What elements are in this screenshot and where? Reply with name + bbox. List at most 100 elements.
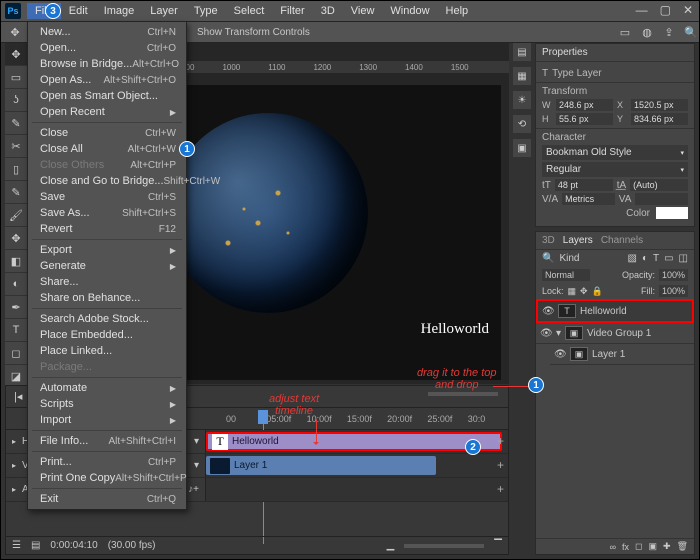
eraser-tool[interactable]: ◧: [5, 250, 27, 272]
canvas-text-layer[interactable]: Helloworld: [421, 321, 489, 338]
blend-mode-select[interactable]: Normal: [542, 269, 590, 281]
pen-tool[interactable]: ✒: [5, 296, 27, 318]
layer-row-video-group-1[interactable]: 👁▾▣Video Group 1: [536, 323, 694, 344]
menu-item-place-embedded[interactable]: Place Embedded...: [28, 327, 186, 343]
timeline-zoom-slider[interactable]: [404, 544, 484, 548]
filter-shape-icon[interactable]: ▭: [664, 253, 673, 264]
history-panel-icon[interactable]: ⟲: [513, 115, 531, 133]
opacity-field[interactable]: 100%: [659, 269, 688, 281]
layer-mask-icon[interactable]: ◻: [635, 541, 642, 552]
menu-3d[interactable]: 3D: [313, 3, 343, 19]
y-field[interactable]: 834.66 px: [631, 113, 688, 125]
type-tool[interactable]: T: [5, 319, 27, 341]
gradient-tool[interactable]: ◐: [5, 273, 27, 295]
menu-item-share-on-behance[interactable]: Share on Behance...: [28, 290, 186, 306]
menu-view[interactable]: View: [343, 3, 383, 19]
filter-pixel-icon[interactable]: ▧: [627, 253, 636, 264]
track-expand-icon[interactable]: ▸: [12, 461, 16, 470]
close-button[interactable]: ✕: [683, 3, 693, 17]
color-panel-icon[interactable]: ▤: [513, 43, 531, 61]
swatches-panel-icon[interactable]: ▦: [513, 67, 531, 85]
tracking-field[interactable]: Metrics: [562, 193, 615, 205]
menu-type[interactable]: Type: [186, 3, 226, 19]
frame-mode-icon[interactable]: ▤: [31, 540, 40, 551]
frame-tool[interactable]: ▯: [5, 158, 27, 180]
tab-3d[interactable]: 3D: [542, 235, 555, 246]
lock-position-icon[interactable]: ✥: [580, 286, 588, 297]
shape-tool[interactable]: ◻: [5, 342, 27, 364]
playhead[interactable]: [258, 410, 268, 424]
menu-window[interactable]: Window: [382, 3, 437, 19]
filter-type-icon[interactable]: T: [653, 253, 659, 264]
add-media-button[interactable]: +: [497, 482, 504, 496]
menu-item-scripts[interactable]: Scripts▶: [28, 396, 186, 412]
menu-select[interactable]: Select: [226, 3, 273, 19]
menu-item-revert[interactable]: RevertF12: [28, 221, 186, 237]
kerning-field[interactable]: [635, 193, 688, 205]
layer-row-layer-1[interactable]: 👁▣Layer 1: [550, 344, 694, 365]
new-layer-icon[interactable]: ✚: [663, 541, 671, 552]
visibility-toggle[interactable]: 👁: [540, 328, 552, 339]
timeline-menu-icon[interactable]: ☰: [12, 540, 21, 551]
search-icon[interactable]: 🔍: [683, 24, 699, 40]
font-style-select[interactable]: Regular▾: [542, 162, 688, 177]
libraries-panel-icon[interactable]: ▣: [513, 139, 531, 157]
layer-fx-icon[interactable]: fx: [622, 542, 629, 552]
stamp-tool[interactable]: ✥: [5, 227, 27, 249]
menu-item-share[interactable]: Share...: [28, 274, 186, 290]
filter-icon[interactable]: 🔍: [542, 253, 554, 264]
track-menu-icon[interactable]: ▾: [194, 436, 199, 447]
expand-icon[interactable]: ▾: [556, 328, 561, 339]
timeline-zoom-in-icon[interactable]: ▔: [494, 540, 502, 551]
x-field[interactable]: 1520.5 px: [631, 99, 688, 111]
text-color-swatch[interactable]: [656, 207, 688, 219]
menu-item-save-as[interactable]: Save As...Shift+Ctrl+S: [28, 205, 186, 221]
quick-select-tool[interactable]: ✎: [5, 112, 27, 134]
align-icon[interactable]: ▭: [617, 24, 633, 40]
filter-kind-select[interactable]: Kind: [559, 253, 579, 264]
colors-swatch[interactable]: ◪: [5, 365, 27, 387]
menu-layer[interactable]: Layer: [142, 3, 186, 19]
lasso-tool[interactable]: ʖ: [5, 89, 27, 111]
filter-smart-icon[interactable]: ◫: [679, 253, 688, 264]
layer-row-helloworld[interactable]: 👁THelloworld: [536, 299, 694, 323]
menu-filter[interactable]: Filter: [272, 3, 312, 19]
track-expand-icon[interactable]: ▸: [12, 437, 16, 446]
tab-layers[interactable]: Layers: [563, 235, 593, 246]
font-size-field[interactable]: 48 pt: [555, 179, 613, 191]
menu-item-print-one-copy[interactable]: Print One CopyAlt+Shift+Ctrl+P: [28, 470, 186, 486]
menu-item-open[interactable]: Open...Ctrl+O: [28, 40, 186, 56]
menu-item-close-and-go-to-bridge[interactable]: Close and Go to Bridge...Shift+Ctrl+W: [28, 173, 186, 189]
fill-field[interactable]: 100%: [659, 285, 688, 297]
delete-layer-icon[interactable]: 🗑: [677, 541, 688, 552]
visibility-toggle[interactable]: 👁: [542, 306, 554, 317]
adjust-panel-icon[interactable]: ☀: [513, 91, 531, 109]
font-family-select[interactable]: Bookman Old Style▾: [542, 145, 688, 160]
add-media-button[interactable]: +: [497, 458, 504, 472]
menu-item-place-linked[interactable]: Place Linked...: [28, 343, 186, 359]
menu-item-export[interactable]: Export▶: [28, 242, 186, 258]
link-layers-icon[interactable]: ∞: [610, 542, 616, 552]
menu-item-generate[interactable]: Generate▶: [28, 258, 186, 274]
eyedropper-tool[interactable]: ✎: [5, 181, 27, 203]
menu-image[interactable]: Image: [96, 3, 143, 19]
zoom-slider[interactable]: [428, 392, 498, 396]
minimize-button[interactable]: —: [636, 3, 648, 17]
maximize-button[interactable]: ▢: [660, 3, 671, 17]
track-menu-icon[interactable]: ▾: [194, 460, 199, 471]
add-audio-icon[interactable]: ♪+: [188, 484, 199, 495]
menu-item-file-info[interactable]: File Info...Alt+Shift+Ctrl+I: [28, 433, 186, 449]
add-media-button[interactable]: +: [497, 434, 504, 448]
visibility-toggle[interactable]: 👁: [554, 349, 566, 360]
new-group-icon[interactable]: ▣: [649, 541, 658, 552]
menu-item-new[interactable]: New...Ctrl+N: [28, 24, 186, 40]
menu-item-automate[interactable]: Automate▶: [28, 380, 186, 396]
clip-helloworld[interactable]: THelloworld: [206, 432, 502, 451]
track-expand-icon[interactable]: ▸: [12, 485, 16, 494]
crop-tool[interactable]: ✂: [5, 135, 27, 157]
lock-pixels-icon[interactable]: 🔒: [592, 286, 603, 297]
timeline-zoom-out-icon[interactable]: ▁: [387, 540, 395, 551]
menu-item-search-adobe-stock[interactable]: Search Adobe Stock...: [28, 311, 186, 327]
menu-item-exit[interactable]: ExitCtrl+Q: [28, 491, 186, 507]
menu-item-import[interactable]: Import▶: [28, 412, 186, 428]
